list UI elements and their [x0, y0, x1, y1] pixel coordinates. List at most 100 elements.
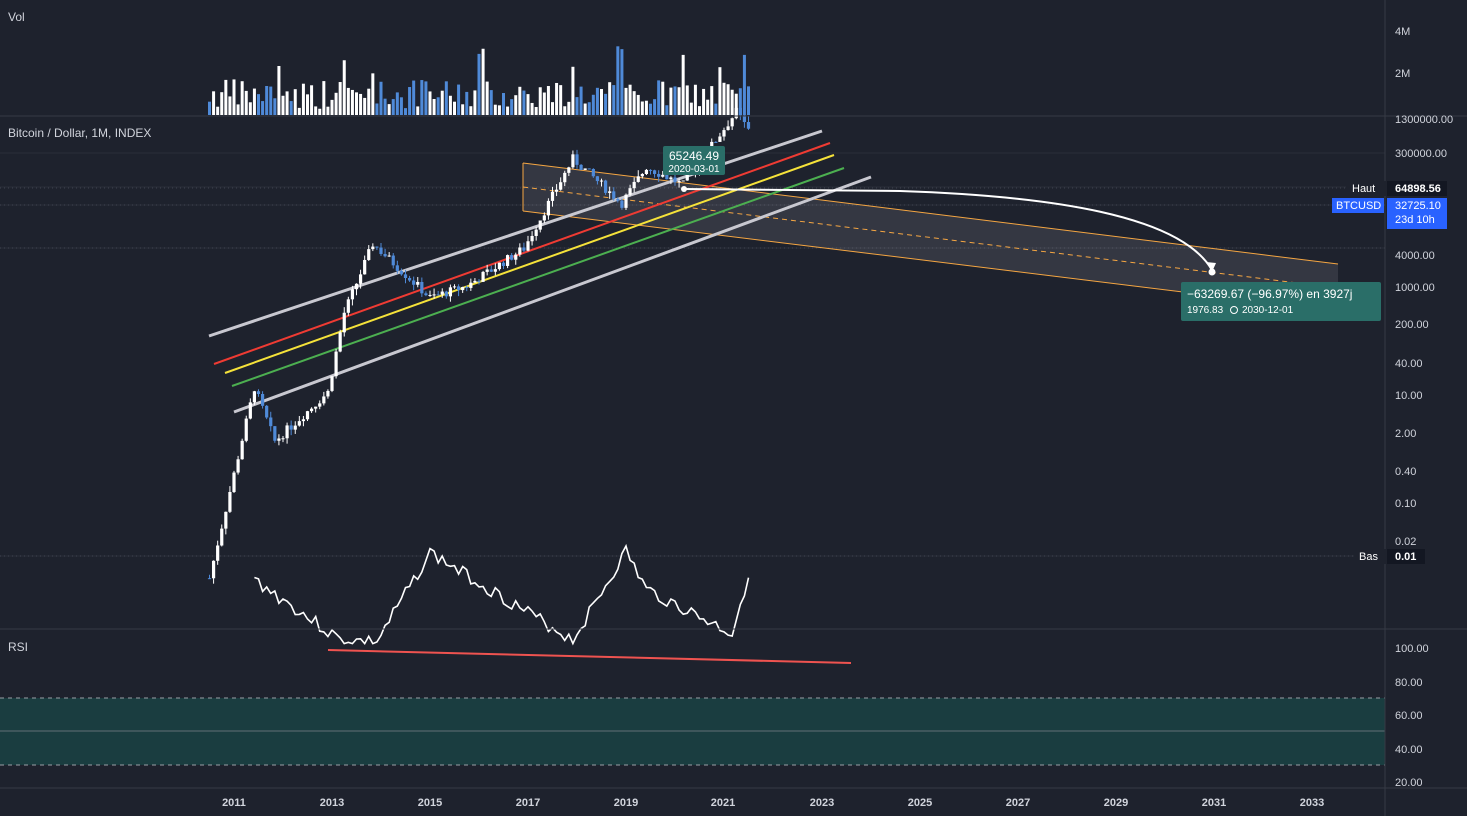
volume-bar [608, 82, 612, 115]
volume-bar [375, 103, 379, 115]
candle-body [432, 294, 436, 296]
price-axis-label: 300000.00 [1395, 148, 1447, 160]
volume-bar [265, 86, 269, 115]
volume-bar [653, 99, 657, 115]
volume-bar [477, 53, 481, 115]
rsi-title: RSI [8, 640, 28, 654]
volume-bar [624, 87, 628, 115]
candle-body [575, 154, 579, 165]
candle-body [412, 280, 416, 285]
price-axis-label: 1000.00 [1395, 282, 1435, 294]
candle-body [522, 247, 526, 251]
chart-canvas[interactable]: Vol Bitcoin / Dollar, 1M, INDEX 65246.49… [0, 0, 1467, 816]
candle-body [228, 491, 232, 512]
candle-body [681, 180, 685, 182]
volume-bar [301, 83, 305, 115]
candle-body [371, 246, 375, 250]
volume-bar [248, 102, 252, 115]
volume-bar [277, 65, 281, 115]
volume-bar [698, 106, 701, 115]
volume-bar [444, 81, 448, 115]
volume-bar [620, 49, 624, 116]
candle-body [657, 173, 661, 177]
volume-bar [383, 98, 387, 115]
volume-bar [518, 86, 522, 115]
candle-body [358, 274, 363, 284]
candle-body [305, 411, 310, 420]
volume-bar [363, 97, 367, 115]
volume-bar [636, 94, 640, 115]
volume-bar [714, 103, 718, 115]
candle-body [436, 294, 440, 296]
volume-bar [244, 90, 248, 115]
low-tag[interactable]: Bas 0.01 [1354, 549, 1425, 564]
candle-body [579, 164, 583, 170]
candle-body [673, 177, 677, 183]
candle-body [567, 167, 571, 173]
volume-bar [510, 99, 514, 115]
volume-bar [563, 106, 567, 115]
candle-body [514, 254, 518, 260]
candle-body [395, 265, 399, 271]
volume-bar [432, 98, 436, 115]
volume-bar [289, 101, 293, 115]
volume-bar [583, 103, 587, 115]
volume-bar [420, 80, 424, 115]
candle-body [677, 180, 681, 183]
candle-body [530, 235, 534, 242]
volume-bar [310, 85, 314, 115]
volume-bar [473, 90, 477, 115]
candle-body [428, 294, 432, 296]
price-axis-label: 0.10 [1395, 498, 1416, 510]
candle-body [526, 241, 530, 251]
volume-bar [457, 84, 461, 115]
volume-bar [579, 86, 583, 115]
volume-bar [669, 87, 673, 115]
candle-body [644, 169, 649, 175]
time-axis-label: 2019 [614, 797, 638, 809]
volume-bar [628, 84, 632, 115]
volume-bar [730, 89, 734, 115]
last-price-value: 32725.10 [1395, 200, 1441, 212]
candle-body [285, 425, 289, 439]
volume-bar [493, 104, 497, 115]
volume-bar [567, 101, 571, 115]
volume-bar [718, 67, 722, 115]
rsi-band [0, 698, 1385, 765]
volume-bar [538, 87, 542, 115]
candle-body [685, 174, 689, 181]
volume-bar [326, 106, 330, 115]
candle-body [330, 376, 334, 391]
target-callout-main: −63269.67 (−96.97%) en 3927j [1187, 287, 1352, 301]
volume-bar [612, 85, 616, 115]
candle-body [738, 107, 742, 116]
low-tag-label: Bas [1359, 551, 1378, 563]
volume-bar [485, 81, 489, 115]
candle-body [207, 578, 212, 580]
volume-bar [314, 106, 318, 115]
rsi-axis-label: 20.00 [1395, 777, 1423, 789]
high-tag[interactable]: Haut 64898.56 [1346, 181, 1447, 196]
price-title: Bitcoin / Dollar, 1M, INDEX [8, 126, 151, 140]
target-callout[interactable]: −63269.67 (−96.97%) en 3927j 1976.83 203… [1181, 282, 1381, 321]
candle-body [718, 136, 722, 142]
candle-body [363, 259, 367, 275]
candle-body [260, 393, 265, 406]
candle-body [334, 351, 338, 377]
top-callout[interactable]: 65246.49 2020-03-01 [663, 146, 725, 175]
candle-body [616, 198, 620, 201]
volume-bar [236, 104, 240, 115]
candle-body [350, 289, 355, 300]
candle-body [346, 299, 350, 313]
candle-body [595, 176, 600, 182]
volume-bar [649, 103, 652, 115]
volume-bar [616, 46, 620, 115]
candle-body [244, 418, 248, 441]
volume-bar [726, 84, 730, 115]
volume-bar [640, 101, 644, 115]
volume-bar [506, 106, 510, 115]
volume-bar [575, 97, 579, 115]
candle-body [456, 286, 461, 291]
candle-body [485, 269, 489, 272]
high-tag-value: 64898.56 [1395, 183, 1441, 195]
